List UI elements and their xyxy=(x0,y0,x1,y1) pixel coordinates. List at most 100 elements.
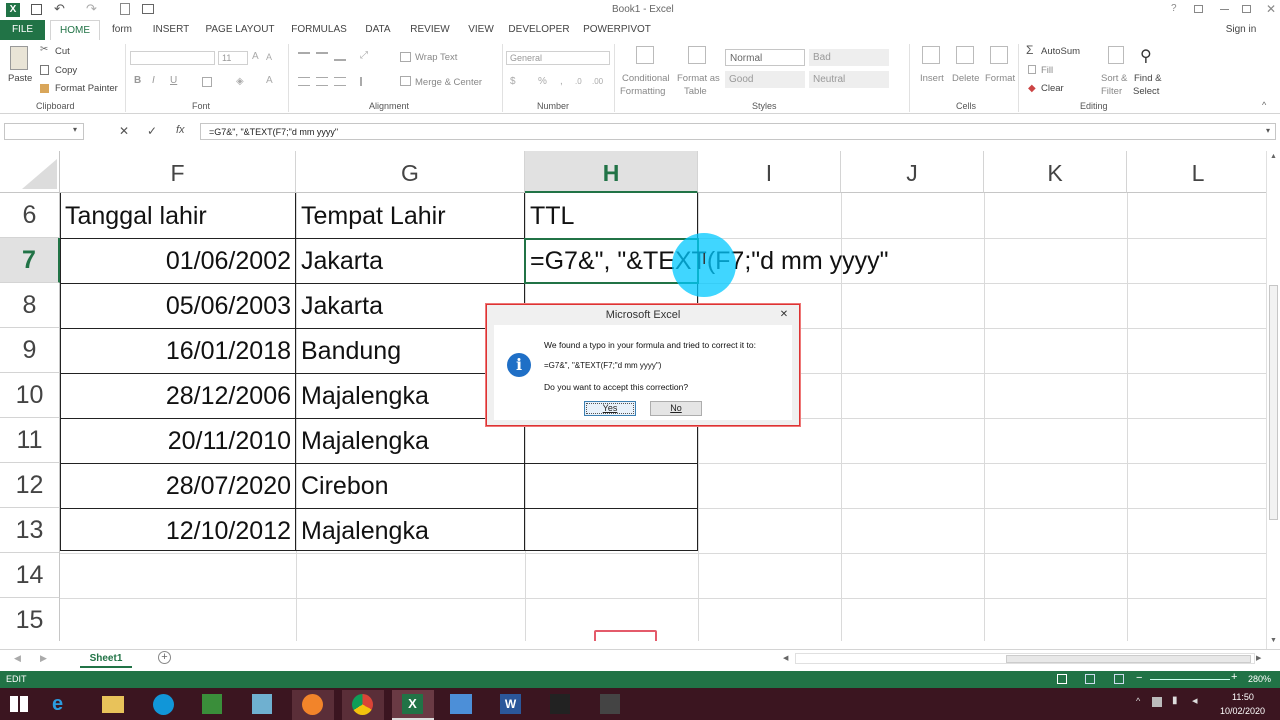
scroll-down-icon[interactable]: ▼ xyxy=(1270,637,1277,644)
no-button[interactable]: No xyxy=(650,401,702,416)
cell-g6[interactable]: Tempat Lahir xyxy=(296,193,525,238)
find-select-button-line2[interactable]: Select xyxy=(1133,86,1159,97)
row-header-12[interactable]: 12 xyxy=(0,463,60,508)
underline-icon[interactable]: U xyxy=(170,75,177,86)
maximize-icon[interactable] xyxy=(1242,5,1251,13)
next-sheet-icon[interactable]: ▶ xyxy=(40,653,47,664)
zoom-level[interactable]: 280% xyxy=(1248,674,1271,684)
font-size-box[interactable]: 11 xyxy=(218,51,248,65)
row-header-13[interactable]: 13 xyxy=(0,508,60,553)
merge-center-button[interactable]: Merge & Center xyxy=(415,77,482,88)
zoom-in-icon[interactable]: + xyxy=(1231,671,1237,683)
font-name-box[interactable] xyxy=(130,51,215,65)
align-center-icon[interactable] xyxy=(316,77,328,86)
page-layout-view-icon[interactable] xyxy=(1085,674,1095,684)
column-header-f[interactable]: F xyxy=(60,151,296,193)
cell-f11[interactable]: 20/11/2010 xyxy=(60,418,296,463)
horizontal-scrollbar[interactable] xyxy=(795,653,1255,664)
row-header-9[interactable]: 9 xyxy=(0,328,60,373)
paste-icon[interactable] xyxy=(10,46,28,70)
collapse-ribbon-icon[interactable]: ^ xyxy=(1262,100,1266,110)
style-bad[interactable]: Bad xyxy=(809,49,889,66)
align-left-icon[interactable] xyxy=(298,77,310,86)
shrink-font-icon[interactable]: A xyxy=(266,52,272,62)
hscroll-left-icon[interactable]: ◀ xyxy=(783,654,788,662)
style-neutral[interactable]: Neutral xyxy=(809,71,889,88)
column-header-i[interactable]: I xyxy=(698,151,841,193)
style-normal[interactable]: Normal xyxy=(725,49,805,66)
tray-app-icon[interactable] xyxy=(1152,697,1162,707)
grow-font-icon[interactable]: A xyxy=(252,51,259,62)
orientation-icon[interactable]: ⤢ xyxy=(360,50,368,61)
column-header-k[interactable]: K xyxy=(984,151,1127,193)
hscroll-right-icon[interactable]: ▶ xyxy=(1256,654,1261,662)
app-blue-icon[interactable] xyxy=(252,694,272,714)
fill-color-icon[interactable]: ◈ xyxy=(236,76,244,87)
indent-icon[interactable] xyxy=(360,77,372,86)
select-all-corner[interactable] xyxy=(0,151,60,193)
align-top-icon[interactable] xyxy=(298,52,310,61)
copy-button[interactable]: Copy xyxy=(55,65,77,76)
borders-icon[interactable] xyxy=(202,77,212,87)
italic-icon[interactable]: I xyxy=(152,75,155,86)
redo-icon[interactable]: ↷ xyxy=(86,1,97,17)
app-pen-icon[interactable] xyxy=(550,694,570,714)
column-header-j[interactable]: J xyxy=(841,151,984,193)
align-middle-icon[interactable] xyxy=(316,52,328,61)
number-format-dropdown[interactable]: General xyxy=(506,51,610,65)
app-network-icon[interactable] xyxy=(450,694,472,714)
format-as-table-button[interactable]: Format as xyxy=(677,73,720,84)
new-sheet-icon[interactable]: + xyxy=(158,651,171,664)
name-box-dropdown-icon[interactable]: ▾ xyxy=(73,125,77,134)
clock-date[interactable]: 10/02/2020 xyxy=(1220,706,1265,716)
internet-explorer-icon[interactable]: e xyxy=(52,693,63,716)
page-break-view-icon[interactable] xyxy=(1114,674,1124,684)
decrease-decimal-icon[interactable]: .00 xyxy=(592,77,603,86)
font-color-icon[interactable]: A xyxy=(266,75,273,86)
fill-button[interactable]: Fill xyxy=(1041,65,1053,76)
enter-icon[interactable]: ✓ xyxy=(147,124,157,138)
cell-h6[interactable]: TTL xyxy=(525,193,698,238)
sort-filter-button-line2[interactable]: Filter xyxy=(1101,86,1122,97)
column-header-g[interactable]: G xyxy=(296,151,525,193)
tray-chevron-icon[interactable]: ^ xyxy=(1136,696,1140,706)
start-button-icon[interactable] xyxy=(10,696,28,712)
minimize-icon[interactable] xyxy=(1220,9,1229,10)
conditional-formatting-button-line2[interactable]: Formatting xyxy=(620,86,665,97)
format-painter-button[interactable]: Format Painter xyxy=(55,83,118,94)
file-explorer-icon[interactable] xyxy=(102,696,124,713)
tab-powerpivot[interactable]: POWERPIVOT xyxy=(582,20,652,40)
ribbon-display-icon[interactable] xyxy=(1194,5,1203,13)
clear-button[interactable]: Clear xyxy=(1041,83,1064,94)
word-icon[interactable]: W xyxy=(500,694,521,714)
bold-icon[interactable]: B xyxy=(134,75,141,86)
insert-function-icon[interactable]: fx xyxy=(176,124,185,136)
column-header-h[interactable]: H xyxy=(525,151,698,193)
cell-h7-editing[interactable]: =G7&", "&TEXT(F7;"d mm yyyy" xyxy=(525,238,965,283)
tab-view[interactable]: VIEW xyxy=(463,20,499,40)
cut-button[interactable]: Cut xyxy=(55,46,70,57)
normal-view-icon[interactable] xyxy=(1057,674,1067,684)
row-header-7[interactable]: 7 xyxy=(0,238,60,283)
name-box[interactable] xyxy=(4,123,84,140)
tab-file[interactable]: FILE xyxy=(0,20,45,40)
cell-f10[interactable]: 28/12/2006 xyxy=(60,373,296,418)
cancel-icon[interactable]: ✕ xyxy=(119,124,129,138)
yes-button[interactable]: Yes xyxy=(584,401,636,416)
row-header-6[interactable]: 6 xyxy=(0,193,60,238)
app-media-icon[interactable] xyxy=(600,694,620,714)
format-cells-button[interactable]: Format xyxy=(985,73,1015,84)
horizontal-scroll-thumb[interactable] xyxy=(1006,655,1251,663)
delete-cells-button[interactable]: Delete xyxy=(952,73,979,84)
conditional-formatting-button[interactable]: Conditional xyxy=(622,73,670,84)
vertical-scroll-thumb[interactable] xyxy=(1269,285,1278,520)
column-header-l[interactable]: L xyxy=(1127,151,1266,193)
scroll-up-icon[interactable]: ▲ xyxy=(1270,153,1277,160)
align-bottom-icon[interactable] xyxy=(334,52,346,61)
help-icon[interactable]: ? xyxy=(1171,3,1177,14)
insert-cells-button[interactable]: Insert xyxy=(920,73,944,84)
row-header-11[interactable]: 11 xyxy=(0,418,60,463)
vertical-scrollbar[interactable]: ▲ ▼ xyxy=(1266,151,1280,649)
cell-f9[interactable]: 16/01/2018 xyxy=(60,328,296,373)
row-header-8[interactable]: 8 xyxy=(0,283,60,328)
